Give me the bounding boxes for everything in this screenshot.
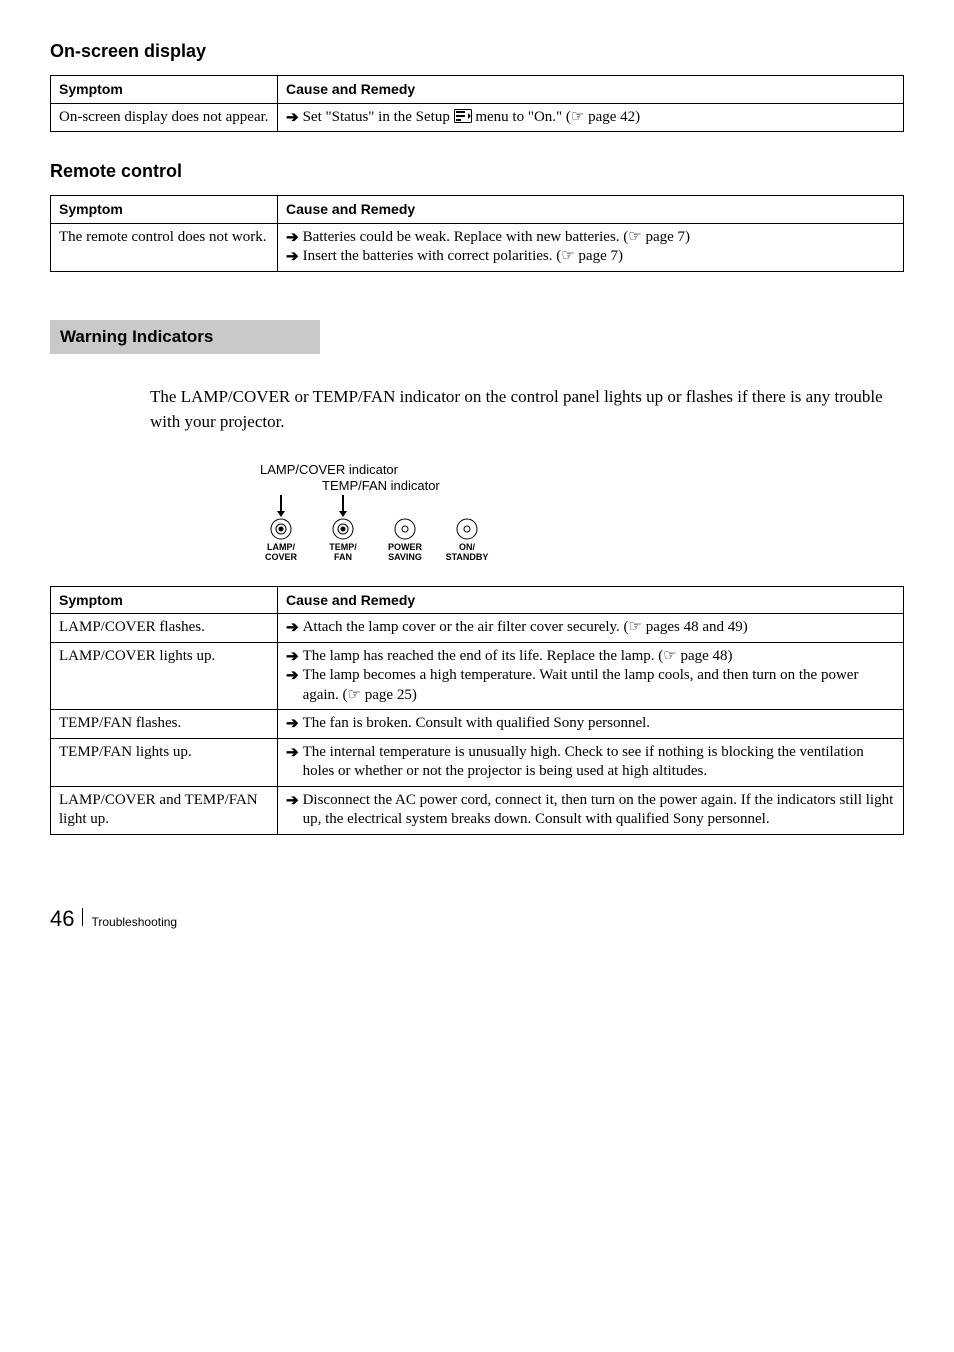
remote-row0-remedy-a: Batteries could be weak. Replace with ne… [303,228,895,248]
lamp-cover-led-icon: LAMP/COVER [250,517,312,562]
table-row: LAMP/COVER flashes. ➔Attach the lamp cov… [51,614,904,643]
onscreen-col-symptom: Symptom [51,76,278,103]
remedy-text: The lamp becomes a high temperature. Wai… [303,666,895,705]
table-row: LAMP/COVER and TEMP/FAN light up. ➔Disco… [51,786,904,834]
arrow-icon: ➔ [286,247,299,267]
remote-col-symptom: Symptom [51,196,278,223]
arrow-icon: ➔ [286,743,299,763]
table-row: On-screen display does not appear. ➔ Set… [51,103,904,132]
remedy-text: Disconnect the AC power cord, connect it… [303,791,895,830]
remote-col-remedy: Cause and Remedy [278,196,904,223]
on-standby-led-icon: ON/STANDBY [436,517,498,562]
warning-r4-remedy: ➔Disconnect the AC power cord, connect i… [278,786,904,834]
setup-menu-icon [454,109,472,123]
warning-col-symptom: Symptom [51,587,278,614]
warning-heading: Warning Indicators [50,320,320,354]
remedy-text: The lamp has reached the end of its life… [303,647,895,667]
cap: COVER [265,552,297,562]
warning-r1-symptom: LAMP/COVER lights up. [51,642,278,710]
remedy-text: Attach the lamp cover or the air filter … [303,618,895,638]
table-row: LAMP/COVER lights up. ➔The lamp has reac… [51,642,904,710]
onscreen-row0-remedy-pre: Set "Status" in the Setup [303,109,450,125]
warning-r3-symptom: TEMP/FAN lights up. [51,738,278,786]
arrow-icon: ➔ [286,791,299,811]
warning-table: Symptom Cause and Remedy LAMP/COVER flas… [50,586,904,835]
footer-separator [82,908,83,926]
onscreen-row0-remedy: ➔ Set "Status" in the Setup menu to "On.… [278,103,904,132]
table-row: TEMP/FAN flashes. ➔The fan is broken. Co… [51,710,904,739]
arrow-icon: ➔ [286,714,299,734]
warning-r1-remedy: ➔The lamp has reached the end of its lif… [278,642,904,710]
remote-row0-symptom: The remote control does not work. [51,223,278,271]
warning-r0-remedy: ➔Attach the lamp cover or the air filter… [278,614,904,643]
onscreen-table: Symptom Cause and Remedy On-screen displ… [50,75,904,132]
remote-row0-remedy: ➔ Batteries could be weak. Replace with … [278,223,904,271]
warning-r3-remedy: ➔The internal temperature is unusually h… [278,738,904,786]
cap: STANDBY [446,552,489,562]
arrow-icon: ➔ [286,618,299,638]
onscreen-col-remedy: Cause and Remedy [278,76,904,103]
warning-paragraph: The LAMP/COVER or TEMP/FAN indicator on … [150,384,904,435]
arrow-icon: ➔ [286,666,299,686]
warning-r4-symptom: LAMP/COVER and TEMP/FAN light up. [51,786,278,834]
page-number: 46 [50,905,74,934]
onscreen-row0-symptom: On-screen display does not appear. [51,103,278,132]
warning-col-remedy: Cause and Remedy [278,587,904,614]
page-footer: 46 Troubleshooting [50,905,904,934]
lamp-cover-indicator-label: LAMP/COVER indicator [260,463,904,477]
remote-table: Symptom Cause and Remedy The remote cont… [50,195,904,271]
temp-fan-led-icon: TEMP/FAN [312,517,374,562]
onscreen-heading: On-screen display [50,40,904,63]
arrow-icon: ➔ [286,108,299,128]
arrow-icon: ➔ [286,228,299,248]
warning-r2-symptom: TEMP/FAN flashes. [51,710,278,739]
remedy-text: The fan is broken. Consult with qualifie… [303,714,895,734]
remote-heading: Remote control [50,160,904,183]
warning-r0-symptom: LAMP/COVER flashes. [51,614,278,643]
cap: FAN [334,552,352,562]
onscreen-row0-remedy-post: menu to "On." (☞ page 42) [475,109,640,125]
warning-r2-remedy: ➔The fan is broken. Consult with qualifi… [278,710,904,739]
footer-section: Troubleshooting [91,915,177,931]
cap: SAVING [388,552,422,562]
remedy-text: The internal temperature is unusually hi… [303,743,895,782]
remote-row0-remedy-b: Insert the batteries with correct polari… [303,247,895,267]
temp-fan-indicator-label: TEMP/FAN indicator [322,479,904,493]
indicator-diagram: LAMP/COVER indicator TEMP/FAN indicator … [250,463,904,562]
arrow-icon: ➔ [286,647,299,667]
power-saving-led-icon: POWERSAVING [374,517,436,562]
table-row: The remote control does not work. ➔ Batt… [51,223,904,271]
table-row: TEMP/FAN lights up. ➔The internal temper… [51,738,904,786]
